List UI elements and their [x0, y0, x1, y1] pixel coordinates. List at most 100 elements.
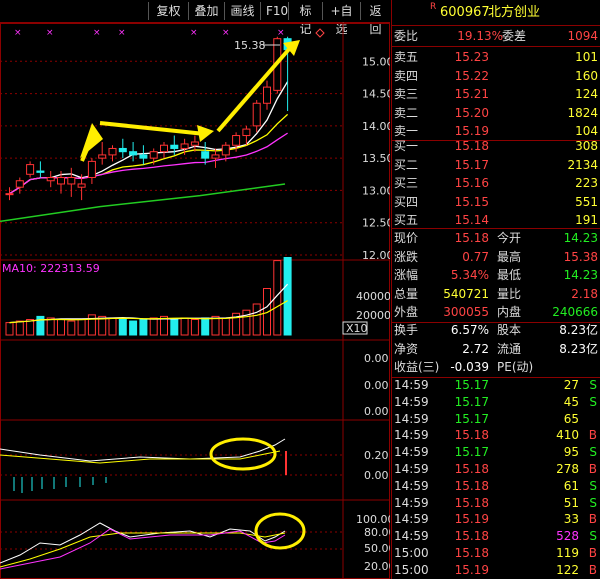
stat-label: 外盘	[394, 305, 419, 319]
volume-ma-lines	[9, 283, 289, 324]
back-button[interactable]: 返回	[360, 2, 390, 36]
ma60-line	[0, 183, 286, 223]
candle	[36, 161, 45, 178]
tick-time: 14:59	[394, 394, 429, 409]
volume-bar	[201, 317, 210, 336]
stat-label: 最低	[497, 268, 522, 282]
tick-price: 15.19	[454, 512, 489, 527]
candle-body	[118, 147, 127, 153]
tick-time: 14:59	[394, 462, 429, 476]
kline-chart[interactable]: 15.0014.5014.0013.5013.0012.5012.00 ××××…	[0, 23, 390, 579]
stat-value: 14.23	[563, 268, 598, 282]
candle-body	[242, 128, 251, 137]
tick-volume: 27	[563, 378, 579, 392]
tick-volume: 45	[563, 394, 579, 409]
candle-body	[15, 180, 24, 188]
price-axis-label: 14.50	[362, 88, 390, 101]
candle	[139, 145, 148, 165]
tick-row[interactable]: 14:59 15.17 95 S	[392, 443, 600, 461]
volume-bar	[283, 257, 292, 336]
stat-value: 8.23亿	[559, 323, 598, 337]
price-axis-label: 12.00	[362, 249, 390, 262]
tick-volume: 65	[563, 411, 579, 426]
tick-row[interactable]: 14:59 15.18 410 B	[392, 426, 600, 444]
tick-row[interactable]: 14:59 15.17 27 S	[392, 376, 600, 394]
tick-side: S	[589, 495, 597, 510]
tick-side: B	[588, 546, 597, 560]
volume-bar	[129, 320, 138, 336]
candle	[201, 142, 210, 165]
buy_orders-volume: 308	[575, 139, 598, 153]
sell_orders-label: 卖四	[394, 68, 419, 83]
stat-label: 流通	[497, 341, 522, 356]
indicator-panel-3-axis: 0.00 0.00 0.00	[364, 352, 389, 418]
buy_orders-price: 15.15	[454, 194, 489, 209]
candle-body	[160, 144, 168, 153]
tick-time: 14:59	[394, 378, 429, 392]
tick-volume: 95	[563, 445, 579, 460]
sell_orders-row: 卖四 15.22 160	[392, 67, 600, 86]
tick-row[interactable]: 15:00 15.19 122 B	[392, 561, 600, 579]
buy_orders-price: 15.17	[454, 157, 489, 172]
buy_orders-price: 15.18	[454, 139, 489, 153]
stat-value: 0.77	[462, 249, 489, 264]
buy_orders-row: 买二 15.17 2134	[392, 156, 600, 175]
volume-bar	[5, 322, 14, 336]
tick-volume: 122	[556, 562, 579, 577]
candle-body	[190, 141, 199, 146]
p5-axis-3: 20.00	[364, 560, 390, 573]
candle-body	[201, 151, 210, 159]
volume-bar	[57, 319, 65, 336]
overlay-button[interactable]: 叠加	[188, 2, 224, 20]
stat-value: 2.72	[462, 341, 489, 356]
add-watchlist-button[interactable]: +自选	[322, 2, 360, 36]
sell_orders-row: 卖三 15.21 124	[392, 85, 600, 104]
stat-row: 净资 2.72 流通 8.23亿	[392, 340, 600, 359]
stat-value: 540721	[443, 286, 489, 301]
buy_orders-row: 买一 15.18 308	[392, 137, 600, 156]
tick-row[interactable]: 14:59 15.17 45 S	[392, 393, 600, 411]
stat-label: 量比	[497, 286, 522, 301]
p5-axis-0: 100.00	[356, 513, 390, 526]
stat-row: 收益(三) -0.039 PE(动)	[392, 358, 600, 377]
sell_orders-row: 卖五 15.23 101	[392, 48, 600, 67]
tick-time: 15:00	[394, 562, 429, 577]
chart-toolbar: 复权 叠加 画线 F10 标记 +自选 返回	[0, 0, 390, 36]
candle-body	[67, 177, 76, 185]
tick-row[interactable]: 14:59 15.19 33 B	[392, 510, 600, 528]
tick-price: 15.18	[454, 495, 489, 510]
stat-label: 股本	[497, 323, 522, 337]
candle-body	[139, 154, 148, 159]
candle-body	[211, 154, 220, 159]
tick-side: B	[588, 512, 597, 527]
tick-side: S	[589, 378, 597, 392]
price-axis-label: 14.00	[362, 120, 390, 133]
fuquan-button[interactable]: 复权	[148, 2, 188, 20]
f10-button[interactable]: F10	[260, 2, 288, 20]
candle-body	[180, 143, 189, 149]
candle-body	[5, 193, 14, 196]
macd-panel: 0.20 0.00	[0, 437, 389, 493]
tick-row[interactable]: 14:59 15.18 61 S	[392, 477, 600, 495]
tick-time: 14:59	[394, 495, 429, 510]
tick-price: 15.18	[454, 546, 489, 560]
vol-axis-20000: 20000	[356, 309, 390, 322]
tick-row[interactable]: 14:59 15.18 278 B	[392, 460, 600, 478]
p5-axis-1: 80.00	[364, 526, 390, 539]
tick-row[interactable]: 15:00 15.18 119 B	[392, 544, 600, 562]
tick-row[interactable]: 14:59 15.18 51 S	[392, 494, 600, 512]
draw-line-button[interactable]: 画线	[224, 2, 260, 20]
p5-axis-2: 50.00	[364, 542, 390, 555]
ma10-volume-label: MA10: 222313.59	[2, 262, 100, 275]
tick-row[interactable]: 14:59 15.18 528 S	[392, 527, 600, 545]
stat-value: -0.039	[450, 360, 489, 374]
mark-button[interactable]: 标记	[288, 2, 322, 36]
sell_orders-price: 15.21	[454, 87, 489, 101]
candle-body	[87, 160, 96, 179]
candle-body	[170, 144, 179, 149]
tick-row[interactable]: 14:59 15.17 65	[392, 410, 600, 428]
buy_orders-label: 买一	[394, 139, 419, 153]
tick-time: 14:59	[394, 512, 429, 527]
vol-unit-label: X10	[346, 322, 368, 335]
volume-bar	[46, 317, 55, 336]
